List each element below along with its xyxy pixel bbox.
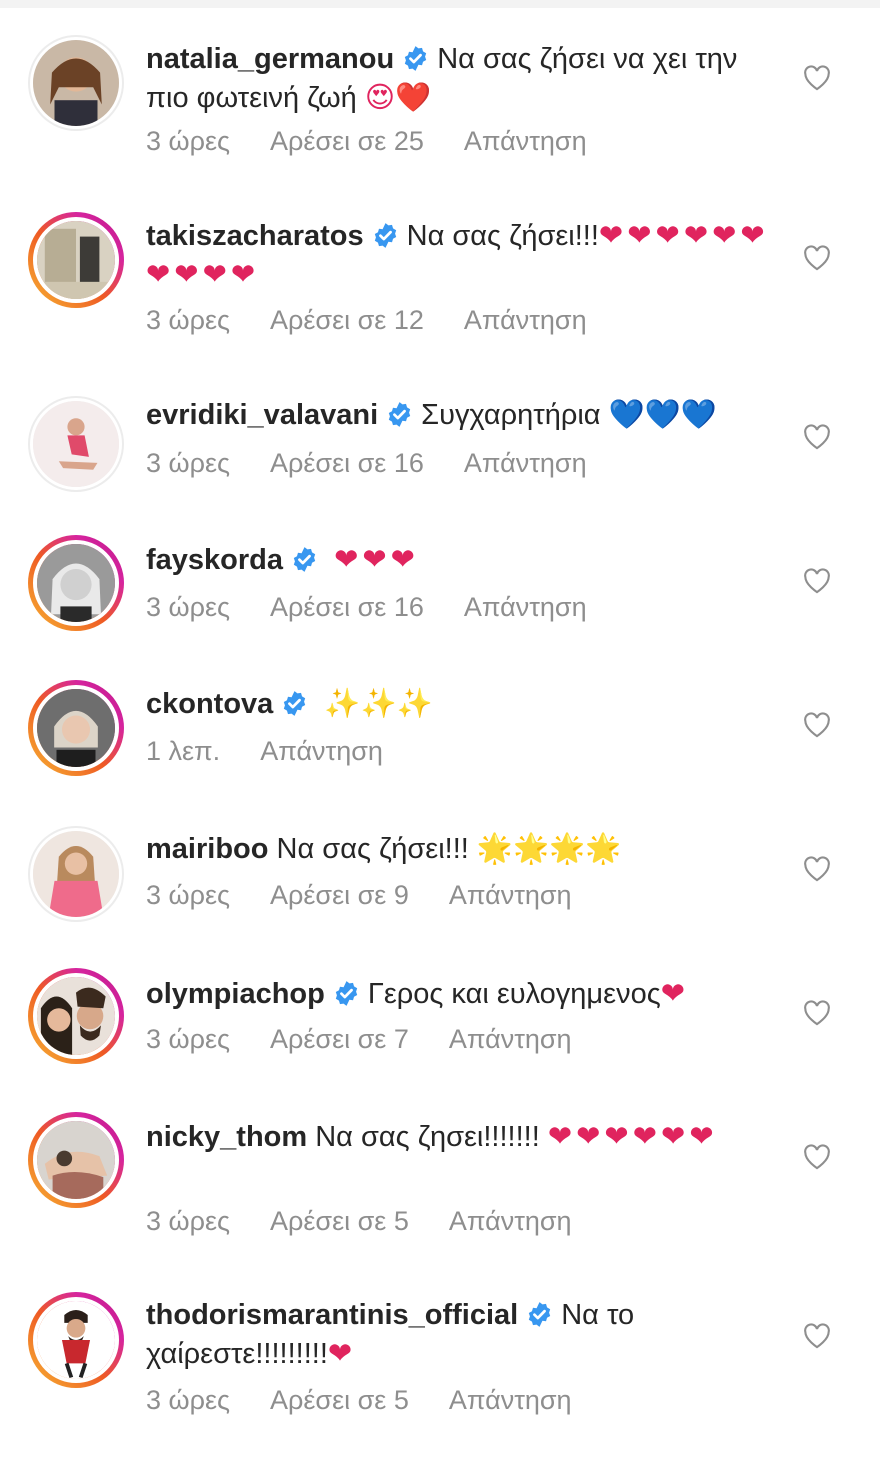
heart-outline-icon[interactable] — [803, 1144, 831, 1170]
comment-time: 3 ώρες — [146, 126, 231, 156]
comment-time: 3 ώρες — [146, 880, 231, 910]
reply-button[interactable]: Απάντηση — [449, 1385, 572, 1415]
avatar[interactable] — [28, 826, 124, 922]
verified-badge-icon — [372, 222, 399, 249]
top-divider — [0, 0, 880, 8]
comment-time: 3 ώρες — [146, 448, 231, 478]
comment-text: Γερος και ευλογημενος — [367, 978, 661, 1010]
comment-text: Να σας ζήσει!!! — [276, 833, 469, 865]
verified-badge-icon — [526, 1301, 553, 1328]
likes-count-link[interactable]: Αρέσει σε 16 — [270, 592, 424, 622]
likes-count-link[interactable]: Αρέσει σε 12 — [270, 305, 424, 335]
avatar[interactable] — [28, 968, 124, 1064]
comment-emoji: ❤ — [660, 976, 685, 1010]
likes-count-link[interactable]: Αρέσει σε 5 — [270, 1385, 409, 1415]
comment-time: 3 ώρες — [146, 1024, 231, 1054]
reply-button[interactable]: Απάντηση — [464, 305, 587, 335]
comment-emoji: ✨✨✨ — [324, 686, 433, 720]
avatar[interactable] — [28, 396, 124, 492]
reply-button[interactable]: Απάντηση — [260, 736, 383, 766]
verified-badge-icon — [281, 690, 308, 717]
heart-outline-icon[interactable] — [803, 65, 831, 91]
comment-emoji: 🌟🌟🌟🌟 — [476, 831, 622, 865]
username[interactable]: ckontova — [146, 688, 273, 720]
avatar[interactable] — [28, 212, 124, 308]
likes-count-link[interactable]: Αρέσει σε 9 — [270, 880, 409, 910]
reply-button[interactable]: Απάντηση — [449, 1206, 572, 1236]
username[interactable]: takiszacharatos — [146, 220, 364, 252]
comment-time: 3 ώρες — [146, 1385, 231, 1415]
avatar[interactable] — [28, 1112, 124, 1208]
comment-emoji: ❤❤❤❤❤❤ — [547, 1119, 718, 1153]
reply-button[interactable]: Απάντηση — [449, 880, 572, 910]
heart-outline-icon[interactable] — [803, 712, 831, 738]
heart-outline-icon[interactable] — [803, 856, 831, 882]
heart-outline-icon[interactable] — [803, 1000, 831, 1026]
likes-count-link[interactable]: Αρέσει σε 16 — [270, 448, 424, 478]
heart-outline-icon[interactable] — [803, 245, 831, 271]
likes-count-link[interactable]: Αρέσει σε 25 — [270, 126, 424, 156]
heart-outline-icon[interactable] — [803, 424, 831, 450]
reply-button[interactable]: Απάντηση — [449, 1024, 572, 1054]
comment-emoji: 💙💙💙 — [608, 397, 717, 431]
username[interactable]: fayskorda — [146, 544, 283, 576]
avatar[interactable] — [28, 680, 124, 776]
comment-text: Να σας ζησει!!!!!!! — [315, 1121, 540, 1153]
reply-button[interactable]: Απάντηση — [464, 448, 587, 478]
avatar[interactable] — [28, 1292, 124, 1388]
comment-text: Να σας ζήσει!!! — [406, 220, 599, 252]
comment-emoji: 😍❤️ — [364, 80, 432, 114]
username[interactable]: olympiachop — [146, 978, 325, 1010]
reply-button[interactable]: Απάντηση — [464, 126, 587, 156]
username[interactable]: evridiki_valavani — [146, 399, 378, 431]
verified-badge-icon — [333, 980, 360, 1007]
avatar[interactable] — [28, 535, 124, 631]
comment-time: 3 ώρες — [146, 1206, 231, 1236]
comment-time: 3 ώρες — [146, 592, 231, 622]
username[interactable]: mairiboo — [146, 833, 268, 865]
username[interactable]: nicky_thom — [146, 1121, 307, 1153]
likes-count-link[interactable]: Αρέσει σε 5 — [270, 1206, 409, 1236]
comment-time: 3 ώρες — [146, 305, 231, 335]
avatar[interactable] — [28, 35, 124, 131]
verified-badge-icon — [402, 45, 429, 72]
comment-time: 1 λεπ. — [146, 736, 221, 766]
heart-outline-icon[interactable] — [803, 568, 831, 594]
username[interactable]: thodorismarantinis_official — [146, 1299, 518, 1331]
comment-emoji: ❤❤❤ — [334, 542, 419, 576]
verified-badge-icon — [386, 401, 413, 428]
verified-badge-icon — [291, 546, 318, 573]
heart-outline-icon[interactable] — [803, 1323, 831, 1349]
username[interactable]: natalia_germanou — [146, 43, 394, 75]
reply-button[interactable]: Απάντηση — [464, 592, 587, 622]
likes-count-link[interactable]: Αρέσει σε 7 — [270, 1024, 409, 1054]
comment-text: Συγχαρητήρια — [421, 399, 601, 431]
comment-emoji: ❤ — [327, 1336, 353, 1370]
